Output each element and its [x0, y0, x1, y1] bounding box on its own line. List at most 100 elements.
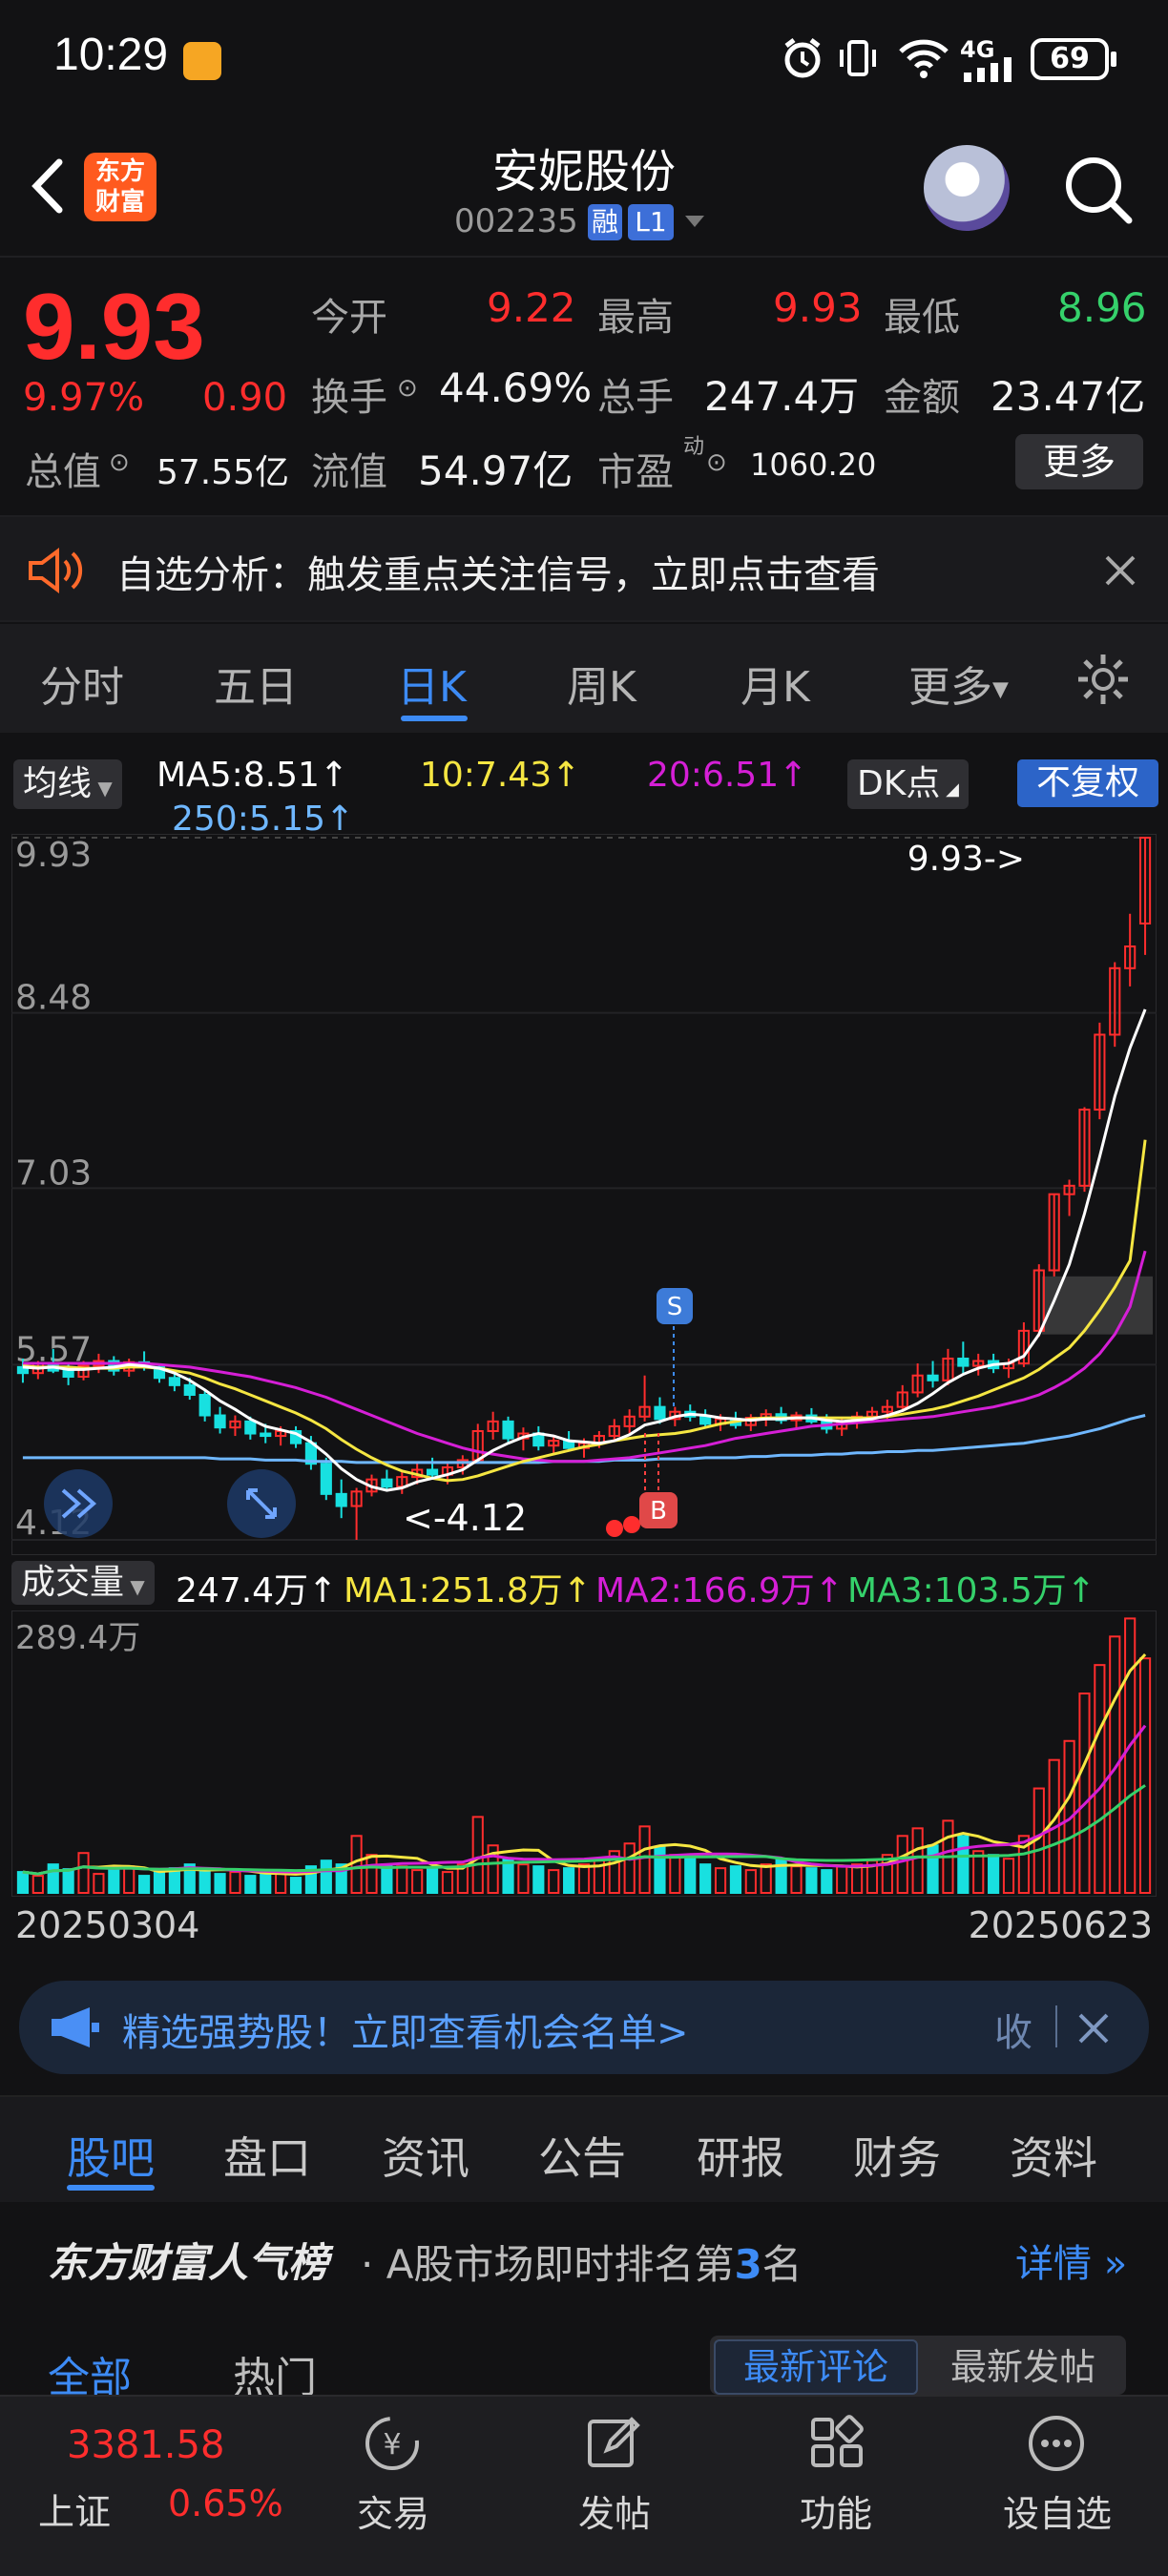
open-label: 今开: [311, 296, 387, 340]
volume-bar: [350, 1835, 363, 1894]
info-icon[interactable]: ⊙: [706, 448, 727, 477]
tab-weekly-k[interactable]: 周K: [567, 653, 636, 714]
volume-bar: [244, 1875, 257, 1894]
volume-ma5-line: [22, 1652, 1147, 1877]
turnover-label: 换手: [311, 376, 387, 420]
dk-point-button[interactable]: DK点 ◢: [847, 759, 969, 809]
volume-bar: [93, 1873, 105, 1894]
tab-more[interactable]: 更多▼: [908, 653, 1009, 714]
volume-bar: [396, 1865, 408, 1895]
tab-news[interactable]: 资讯: [382, 2124, 469, 2187]
volume-indicator-selector[interactable]: 成交量 ▼: [11, 1561, 155, 1605]
info-icon[interactable]: ⊙: [397, 374, 418, 403]
ma5-line: [22, 1008, 1147, 1492]
megaphone-icon: [52, 2007, 99, 2047]
tab-daily-k[interactable]: 日K: [397, 653, 467, 714]
unadjusted-button[interactable]: 不复权: [1017, 759, 1158, 807]
alert-text: 自选分析：触发重点关注信号，立即点击查看: [116, 553, 880, 597]
volume-ma20-line: [22, 1784, 1146, 1876]
ma10-value: 10:7.43↑: [420, 756, 581, 795]
volume-bar: [699, 1863, 712, 1895]
index-value[interactable]: 3381.58: [67, 2423, 224, 2467]
tab-research[interactable]: 研报: [697, 2124, 784, 2187]
tab-five-day[interactable]: 五日: [214, 653, 298, 714]
volume-bar: [62, 1868, 74, 1895]
level-tag: L1: [628, 204, 674, 240]
status-bar: 10:29 4G 69: [0, 0, 1168, 124]
volume-bar: [1002, 1858, 1015, 1895]
function-label[interactable]: 功能: [760, 2484, 912, 2537]
candle-body: [214, 1414, 226, 1429]
stock-code[interactable]: 002235: [454, 202, 578, 240]
index-name[interactable]: 上证: [38, 2483, 111, 2535]
volume-bar: [638, 1825, 651, 1895]
volume-bar: [896, 1835, 908, 1894]
collapse-button[interactable]: 收: [994, 2002, 1032, 2057]
info-icon[interactable]: ⊙: [109, 448, 130, 477]
tab-intraday[interactable]: 分时: [40, 653, 124, 714]
tab-monthly-k[interactable]: 月K: [740, 653, 810, 714]
volume-bar: [669, 1854, 681, 1895]
close-icon[interactable]: [1101, 551, 1139, 590]
indicator-selector-label: 均线: [23, 764, 93, 803]
index-change[interactable]: 0.65%: [168, 2483, 283, 2524]
volume-bar: [821, 1869, 833, 1894]
ma10-line: [22, 1139, 1147, 1483]
function-grid-icon[interactable]: [807, 2414, 866, 2473]
buy-dot: [606, 1520, 623, 1537]
tab-forum[interactable]: 股吧: [67, 2124, 155, 2187]
bottom-navigation: 3381.58 上证 0.65% ¥ 交易 发帖 功能 设自选: [0, 2395, 1168, 2576]
settings-gear-icon[interactable]: [1074, 651, 1132, 708]
volume-bar: [760, 1863, 772, 1895]
volume-bar: [850, 1863, 864, 1895]
dropdown-caret-icon[interactable]: [683, 212, 706, 231]
tab-order-book[interactable]: 盘口: [223, 2124, 311, 2187]
min-price-annotation: <-4.12: [403, 1497, 527, 1539]
volume-bar: [1138, 1657, 1152, 1894]
volume-bar: [260, 1873, 272, 1894]
assistant-robot-icon[interactable]: [924, 145, 1010, 231]
market-cap-value: 57.55亿: [156, 453, 290, 492]
popularity-rank-bar[interactable]: 东方财富人气榜 · A股市场即时排名第3名 详情 »: [0, 2202, 1168, 2307]
trade-label[interactable]: 交易: [317, 2484, 469, 2537]
sell-marker-label: S: [667, 1293, 683, 1321]
volume-bar: [548, 1869, 560, 1894]
candle-body: [168, 1377, 180, 1386]
sort-latest-comment[interactable]: 最新评论: [714, 2339, 918, 2395]
tab-financials[interactable]: 财务: [853, 2124, 941, 2187]
volume-chart[interactable]: 289.4万: [11, 1610, 1157, 1897]
volume-bar: [836, 1865, 848, 1895]
indicator-selector[interactable]: 均线 ▼: [13, 759, 122, 809]
rank-detail-link[interactable]: 详情 »: [1015, 2233, 1127, 2288]
watchlist-label[interactable]: 设自选: [981, 2484, 1134, 2537]
volume-bar: [654, 1846, 666, 1895]
sort-latest-post[interactable]: 最新发帖: [924, 2339, 1122, 2395]
pe-label: 市盈: [597, 450, 674, 494]
volume-bar: [31, 1875, 44, 1894]
post-label[interactable]: 发帖: [538, 2484, 691, 2537]
promo-banner[interactable]: 精选强势股！立即查看机会名单> 收: [19, 1981, 1149, 2074]
more-dots-icon[interactable]: [1027, 2414, 1086, 2473]
change-percent: 9.97%: [23, 376, 145, 420]
volume-bar: [214, 1873, 226, 1894]
volume-bar: [563, 1867, 575, 1894]
search-icon[interactable]: [1059, 151, 1136, 227]
volume-bar: [198, 1869, 211, 1894]
pe-value: 1060.20: [750, 447, 877, 483]
post-edit-icon[interactable]: [584, 2414, 643, 2473]
high-value: 9.93: [773, 284, 863, 331]
candlestick-chart[interactable]: 9.938.487.035.574.129.93-><-4.12SB: [11, 834, 1157, 1555]
alert-bar[interactable]: 自选分析：触发重点关注信号，立即点击查看: [0, 515, 1168, 622]
more-button[interactable]: 更多: [1015, 434, 1143, 489]
volume-bar: [16, 1871, 30, 1894]
trade-icon[interactable]: ¥: [363, 2414, 422, 2473]
volume-bar: [790, 1865, 803, 1895]
candle-body: [320, 1463, 332, 1495]
rank-number: 3: [734, 2241, 762, 2288]
tab-profile[interactable]: 资料: [1010, 2124, 1097, 2187]
close-icon[interactable]: [1074, 2009, 1113, 2047]
tab-announcements[interactable]: 公告: [538, 2124, 626, 2187]
volume-bar: [153, 1871, 166, 1894]
volume-bar: [123, 1865, 136, 1895]
svg-text:¥: ¥: [383, 2428, 401, 2462]
